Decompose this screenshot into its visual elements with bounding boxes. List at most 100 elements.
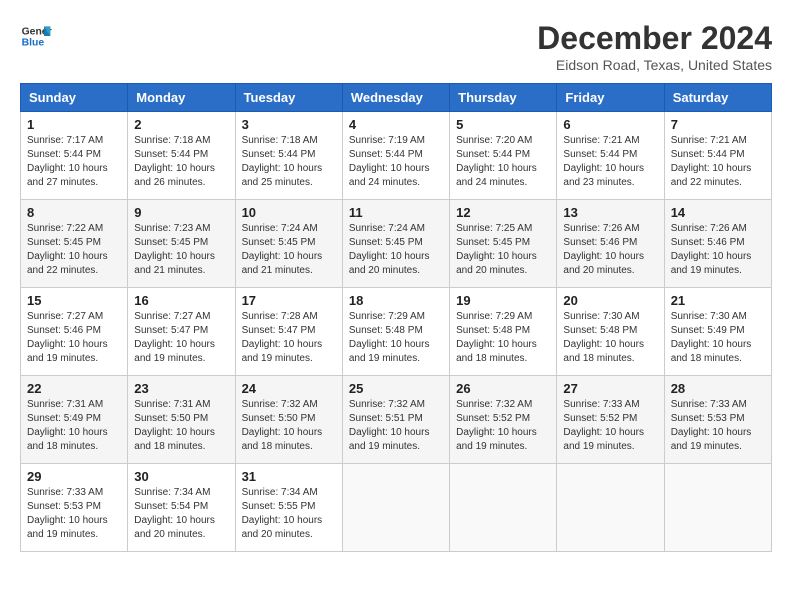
logo: General Blue [20,20,52,52]
day-number: 9 [134,205,228,220]
calendar-cell: 14 Sunrise: 7:26 AM Sunset: 5:46 PM Dayl… [664,200,771,288]
day-number: 25 [349,381,443,396]
day-info: Sunrise: 7:34 AM Sunset: 5:54 PM Dayligh… [134,486,228,542]
day-number: 6 [563,117,657,132]
calendar-cell: 30 Sunrise: 7:34 AM Sunset: 5:54 PM Dayl… [128,464,235,552]
day-info: Sunrise: 7:30 AM Sunset: 5:49 PM Dayligh… [671,310,765,366]
calendar-cell: 31 Sunrise: 7:34 AM Sunset: 5:55 PM Dayl… [235,464,342,552]
calendar-cell: 28 Sunrise: 7:33 AM Sunset: 5:53 PM Dayl… [664,376,771,464]
calendar-header-row: SundayMondayTuesdayWednesdayThursdayFrid… [21,84,772,112]
day-info: Sunrise: 7:32 AM Sunset: 5:51 PM Dayligh… [349,398,443,454]
calendar-cell: 27 Sunrise: 7:33 AM Sunset: 5:52 PM Dayl… [557,376,664,464]
day-info: Sunrise: 7:31 AM Sunset: 5:49 PM Dayligh… [27,398,121,454]
header-friday: Friday [557,84,664,112]
day-number: 7 [671,117,765,132]
title-block: December 2024 Eidson Road, Texas, United… [537,20,772,73]
day-number: 5 [456,117,550,132]
calendar-cell: 9 Sunrise: 7:23 AM Sunset: 5:45 PM Dayli… [128,200,235,288]
svg-text:Blue: Blue [22,38,45,49]
calendar-cell: 21 Sunrise: 7:30 AM Sunset: 5:49 PM Dayl… [664,288,771,376]
logo-icon: General Blue [20,20,52,52]
day-info: Sunrise: 7:33 AM Sunset: 5:53 PM Dayligh… [27,486,121,542]
calendar-cell: 11 Sunrise: 7:24 AM Sunset: 5:45 PM Dayl… [342,200,449,288]
header-thursday: Thursday [450,84,557,112]
header-wednesday: Wednesday [342,84,449,112]
location: Eidson Road, Texas, United States [537,57,772,73]
day-number: 19 [456,293,550,308]
day-number: 4 [349,117,443,132]
calendar-cell: 17 Sunrise: 7:28 AM Sunset: 5:47 PM Dayl… [235,288,342,376]
page-header: General Blue December 2024 Eidson Road, … [20,20,772,73]
day-info: Sunrise: 7:21 AM Sunset: 5:44 PM Dayligh… [563,134,657,190]
day-info: Sunrise: 7:17 AM Sunset: 5:44 PM Dayligh… [27,134,121,190]
calendar-cell [557,464,664,552]
day-info: Sunrise: 7:18 AM Sunset: 5:44 PM Dayligh… [134,134,228,190]
calendar-cell: 2 Sunrise: 7:18 AM Sunset: 5:44 PM Dayli… [128,112,235,200]
day-info: Sunrise: 7:23 AM Sunset: 5:45 PM Dayligh… [134,222,228,278]
day-number: 10 [242,205,336,220]
calendar-cell: 22 Sunrise: 7:31 AM Sunset: 5:49 PM Dayl… [21,376,128,464]
day-number: 11 [349,205,443,220]
day-info: Sunrise: 7:32 AM Sunset: 5:52 PM Dayligh… [456,398,550,454]
day-number: 30 [134,469,228,484]
calendar-cell [450,464,557,552]
day-number: 15 [27,293,121,308]
calendar-cell: 16 Sunrise: 7:27 AM Sunset: 5:47 PM Dayl… [128,288,235,376]
calendar-cell: 29 Sunrise: 7:33 AM Sunset: 5:53 PM Dayl… [21,464,128,552]
calendar-cell: 12 Sunrise: 7:25 AM Sunset: 5:45 PM Dayl… [450,200,557,288]
day-number: 27 [563,381,657,396]
day-number: 23 [134,381,228,396]
calendar-week-4: 22 Sunrise: 7:31 AM Sunset: 5:49 PM Dayl… [21,376,772,464]
calendar-cell: 8 Sunrise: 7:22 AM Sunset: 5:45 PM Dayli… [21,200,128,288]
day-number: 2 [134,117,228,132]
day-info: Sunrise: 7:24 AM Sunset: 5:45 PM Dayligh… [242,222,336,278]
calendar-cell: 4 Sunrise: 7:19 AM Sunset: 5:44 PM Dayli… [342,112,449,200]
day-info: Sunrise: 7:27 AM Sunset: 5:47 PM Dayligh… [134,310,228,366]
day-number: 3 [242,117,336,132]
day-number: 20 [563,293,657,308]
calendar-cell: 7 Sunrise: 7:21 AM Sunset: 5:44 PM Dayli… [664,112,771,200]
calendar-cell: 5 Sunrise: 7:20 AM Sunset: 5:44 PM Dayli… [450,112,557,200]
day-number: 14 [671,205,765,220]
day-info: Sunrise: 7:32 AM Sunset: 5:50 PM Dayligh… [242,398,336,454]
day-number: 12 [456,205,550,220]
day-info: Sunrise: 7:25 AM Sunset: 5:45 PM Dayligh… [456,222,550,278]
day-info: Sunrise: 7:21 AM Sunset: 5:44 PM Dayligh… [671,134,765,190]
day-info: Sunrise: 7:33 AM Sunset: 5:53 PM Dayligh… [671,398,765,454]
day-number: 8 [27,205,121,220]
day-number: 29 [27,469,121,484]
calendar-table: SundayMondayTuesdayWednesdayThursdayFrid… [20,83,772,552]
calendar-cell: 13 Sunrise: 7:26 AM Sunset: 5:46 PM Dayl… [557,200,664,288]
calendar-cell: 1 Sunrise: 7:17 AM Sunset: 5:44 PM Dayli… [21,112,128,200]
day-info: Sunrise: 7:18 AM Sunset: 5:44 PM Dayligh… [242,134,336,190]
calendar-week-3: 15 Sunrise: 7:27 AM Sunset: 5:46 PM Dayl… [21,288,772,376]
calendar-cell [664,464,771,552]
calendar-cell: 24 Sunrise: 7:32 AM Sunset: 5:50 PM Dayl… [235,376,342,464]
header-monday: Monday [128,84,235,112]
calendar-week-5: 29 Sunrise: 7:33 AM Sunset: 5:53 PM Dayl… [21,464,772,552]
calendar-cell: 15 Sunrise: 7:27 AM Sunset: 5:46 PM Dayl… [21,288,128,376]
calendar-cell: 18 Sunrise: 7:29 AM Sunset: 5:48 PM Dayl… [342,288,449,376]
day-number: 17 [242,293,336,308]
header-tuesday: Tuesday [235,84,342,112]
day-number: 13 [563,205,657,220]
day-info: Sunrise: 7:29 AM Sunset: 5:48 PM Dayligh… [349,310,443,366]
header-saturday: Saturday [664,84,771,112]
day-info: Sunrise: 7:30 AM Sunset: 5:48 PM Dayligh… [563,310,657,366]
calendar-cell: 10 Sunrise: 7:24 AM Sunset: 5:45 PM Dayl… [235,200,342,288]
day-info: Sunrise: 7:26 AM Sunset: 5:46 PM Dayligh… [671,222,765,278]
calendar-cell: 19 Sunrise: 7:29 AM Sunset: 5:48 PM Dayl… [450,288,557,376]
day-number: 22 [27,381,121,396]
day-info: Sunrise: 7:22 AM Sunset: 5:45 PM Dayligh… [27,222,121,278]
calendar-cell [342,464,449,552]
day-number: 1 [27,117,121,132]
day-info: Sunrise: 7:28 AM Sunset: 5:47 PM Dayligh… [242,310,336,366]
day-number: 18 [349,293,443,308]
day-number: 21 [671,293,765,308]
month-title: December 2024 [537,20,772,57]
calendar-week-2: 8 Sunrise: 7:22 AM Sunset: 5:45 PM Dayli… [21,200,772,288]
day-info: Sunrise: 7:31 AM Sunset: 5:50 PM Dayligh… [134,398,228,454]
calendar-cell: 26 Sunrise: 7:32 AM Sunset: 5:52 PM Dayl… [450,376,557,464]
day-info: Sunrise: 7:19 AM Sunset: 5:44 PM Dayligh… [349,134,443,190]
calendar-cell: 25 Sunrise: 7:32 AM Sunset: 5:51 PM Dayl… [342,376,449,464]
